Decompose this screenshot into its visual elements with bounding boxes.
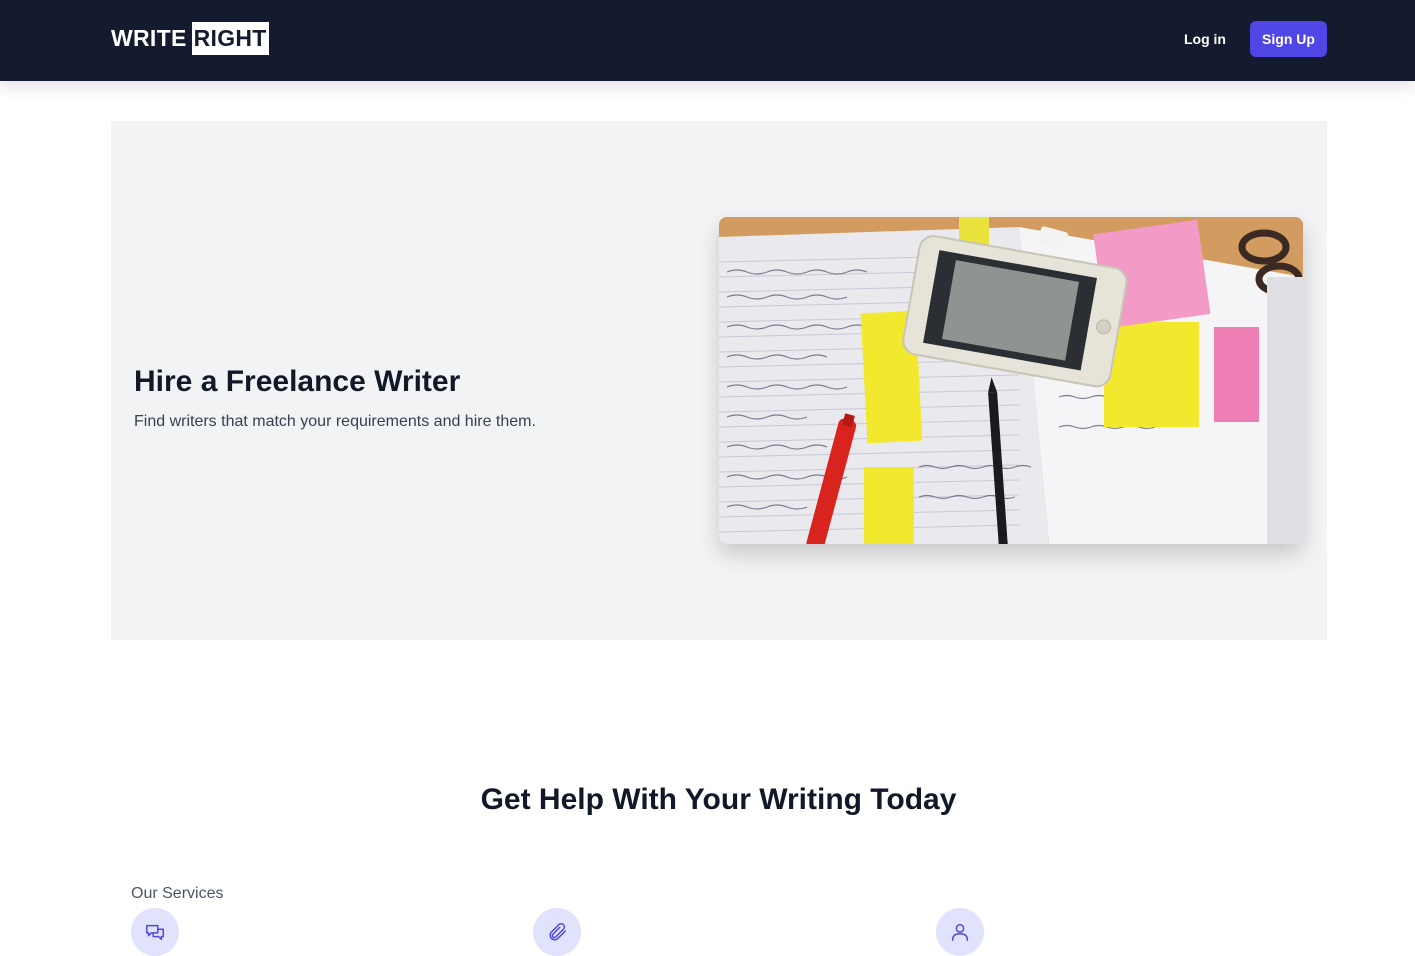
paperclip-icon <box>549 923 566 941</box>
top-navbar: WRITE RIGHT Log in Sign Up <box>0 0 1415 81</box>
services-heading: Get Help With Your Writing Today <box>480 783 957 816</box>
service-paperclip-icon-badge <box>533 908 581 956</box>
services-label: Our Services <box>131 885 224 902</box>
service-chat-icon-badge <box>131 908 179 956</box>
hero-section: Hire a Freelance Writer Find writers tha… <box>111 121 1327 640</box>
logo-word-write: WRITE <box>111 25 187 51</box>
signup-button[interactable]: Sign Up <box>1250 21 1327 57</box>
logo-word-right: RIGHT <box>191 22 269 55</box>
hero-subtitle: Find writers that match your requirement… <box>134 413 536 430</box>
brand-logo[interactable]: WRITE RIGHT <box>111 22 269 55</box>
hero-title: Hire a Freelance Writer <box>134 365 461 398</box>
chat-bubbles-icon <box>146 924 164 941</box>
service-user-icon-badge <box>936 908 984 956</box>
hero-image <box>719 217 1303 544</box>
login-button[interactable]: Log in <box>1172 21 1238 57</box>
user-icon <box>951 923 969 941</box>
